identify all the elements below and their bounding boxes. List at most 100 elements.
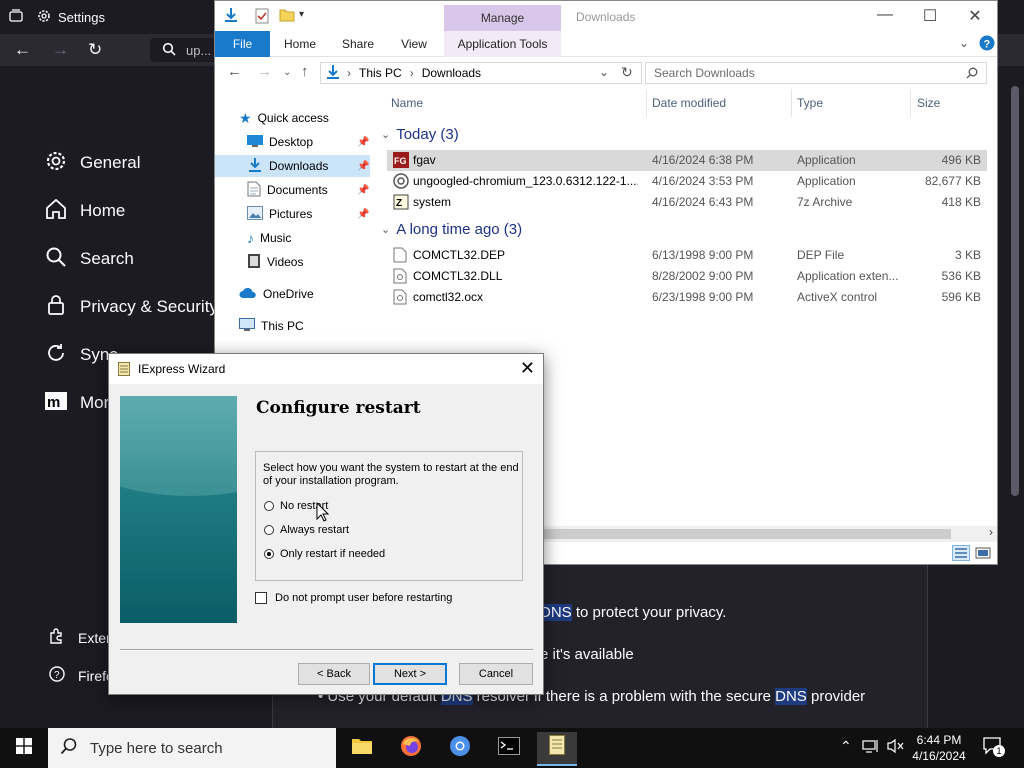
column-name[interactable]: Name xyxy=(391,96,423,110)
taskbar-iexpress[interactable] xyxy=(537,732,577,766)
search-icon xyxy=(162,42,176,59)
back-button[interactable]: < Back xyxy=(298,663,370,685)
large-icons-view-icon[interactable] xyxy=(975,546,991,563)
back-arrow-icon[interactable]: ← xyxy=(227,63,242,80)
properties-icon[interactable] xyxy=(255,8,269,27)
nav-quick-access[interactable]: ★ Quick access xyxy=(239,107,329,129)
forward-arrow-icon[interactable]: → xyxy=(257,63,272,80)
column-divider[interactable] xyxy=(791,89,792,117)
radio-button-selected[interactable] xyxy=(264,549,274,559)
group-today[interactable]: ⌄ Today (3) xyxy=(381,126,459,143)
close-icon[interactable]: ✕ xyxy=(955,6,995,26)
cancel-button[interactable]: Cancel xyxy=(459,663,533,685)
dialog-divider xyxy=(120,649,533,651)
category-privacy-security[interactable]: Privacy & Security xyxy=(44,292,218,322)
radio-always-restart[interactable]: Always restart xyxy=(264,524,349,536)
chevron-down-icon[interactable]: ⌄ xyxy=(283,67,291,78)
chevron-up-icon[interactable]: ⌃ xyxy=(840,738,852,755)
minimize-icon[interactable]: — xyxy=(865,6,905,24)
file-row-fgav[interactable]: FG fgav 4/16/2024 6:38 PM Application 49… xyxy=(387,150,987,171)
file-name: COMCTL32.DLL xyxy=(413,269,503,283)
taskbar-search-box[interactable]: Type here to search xyxy=(48,728,336,768)
radio-button[interactable] xyxy=(264,501,274,511)
folder-icon xyxy=(351,737,373,761)
nav-videos[interactable]: Videos xyxy=(247,251,303,273)
page-scrollbar[interactable] xyxy=(1006,66,1024,728)
file-row-comctl32-dep[interactable]: COMCTL32.DEP 6/13/1998 9:00 PM DEP File … xyxy=(387,245,987,266)
category-search[interactable]: Search xyxy=(44,244,134,274)
tab-home[interactable]: Home xyxy=(275,31,325,57)
reload-icon[interactable]: ↻ xyxy=(88,40,102,60)
search-input[interactable]: Search Downloads xyxy=(645,62,987,84)
nav-onedrive[interactable]: OneDrive xyxy=(239,283,314,305)
category-sync[interactable]: Sync xyxy=(44,340,118,370)
new-folder-icon[interactable] xyxy=(279,8,295,25)
file-row-comctl32-ocx[interactable]: comctl32.ocx 6/23/1998 9:00 PM ActiveX c… xyxy=(387,287,987,308)
file-row-system[interactable]: Z system 4/16/2024 6:43 PM 7z Archive 41… xyxy=(387,192,987,213)
column-date-modified[interactable]: Date modified xyxy=(652,96,726,110)
file-icon xyxy=(393,247,407,266)
file-row-ungoogled-chromium[interactable]: ungoogled-chromium_123.0.6312.122-1.... … xyxy=(387,171,987,192)
breadcrumb-this-pc[interactable]: This PC xyxy=(359,66,402,80)
group-long-time-ago[interactable]: ⌄ A long time ago (3) xyxy=(381,221,522,238)
nav-pictures[interactable]: Pictures xyxy=(247,203,312,225)
column-divider[interactable] xyxy=(646,89,647,117)
category-label: Search xyxy=(80,249,134,268)
tab-settings[interactable]: Settings xyxy=(36,4,216,30)
up-arrow-icon[interactable]: ↑ xyxy=(301,63,309,80)
tab-view[interactable]: View xyxy=(391,31,437,57)
category-general[interactable]: General xyxy=(44,148,140,178)
column-type[interactable]: Type xyxy=(797,96,823,110)
network-icon[interactable] xyxy=(862,738,880,757)
extensions-themes-link[interactable]: Exter xyxy=(48,627,111,648)
taskbar-chromium[interactable] xyxy=(440,732,480,766)
tab-list-icon[interactable] xyxy=(8,8,24,29)
category-home[interactable]: Home xyxy=(44,196,125,226)
taskbar-firefox[interactable] xyxy=(391,732,431,766)
firefox-support-link[interactable]: ? Firefo xyxy=(48,665,114,686)
nav-this-pc[interactable]: This PC xyxy=(239,315,304,337)
nav-music[interactable]: ♪ Music xyxy=(247,227,291,249)
checkbox[interactable] xyxy=(255,592,267,604)
volume-muted-icon[interactable] xyxy=(886,738,906,757)
back-arrow-icon[interactable]: ← xyxy=(14,40,31,60)
help-icon[interactable]: ? xyxy=(979,35,995,54)
column-size[interactable]: Size xyxy=(917,96,940,110)
radio-button[interactable] xyxy=(264,525,274,535)
manage-context-tab[interactable]: Manage xyxy=(444,5,561,31)
breadcrumb-downloads[interactable]: Downloads xyxy=(422,66,481,80)
search-icon xyxy=(966,67,978,82)
scrollbar-thumb[interactable] xyxy=(543,529,951,539)
details-view-icon[interactable] xyxy=(952,545,970,561)
maximize-icon[interactable]: ☐ xyxy=(910,6,950,26)
start-button[interactable] xyxy=(0,728,48,768)
scrollbar-thumb[interactable] xyxy=(1011,86,1019,496)
do-not-prompt-checkbox[interactable]: Do not prompt user before restarting xyxy=(255,592,452,604)
chevron-right-icon[interactable]: › xyxy=(989,525,993,539)
download-arrow-icon[interactable] xyxy=(223,7,239,26)
chevron-down-icon[interactable]: ▾ xyxy=(299,9,304,20)
column-divider[interactable] xyxy=(910,89,911,117)
notification-count-badge: 1 xyxy=(993,745,1005,757)
taskbar-file-explorer[interactable] xyxy=(342,732,382,766)
address-bar[interactable]: › This PC › Downloads ⌄ ↻ xyxy=(320,62,642,84)
next-button[interactable]: Next > xyxy=(373,663,447,685)
mouse-cursor-icon xyxy=(316,501,330,527)
taskbar-command-prompt[interactable] xyxy=(489,732,529,766)
nav-documents[interactable]: Documents xyxy=(247,179,328,201)
chevron-down-icon[interactable]: ⌄ xyxy=(599,65,609,79)
nav-desktop[interactable]: Desktop xyxy=(247,131,313,153)
refresh-icon[interactable]: ↻ xyxy=(621,64,633,81)
forward-arrow-icon[interactable]: → xyxy=(52,40,69,60)
system-clock[interactable]: 6:44 PM 4/16/2024 xyxy=(906,732,972,764)
notification-center[interactable]: 1 xyxy=(982,736,1005,759)
close-icon[interactable]: ✕ xyxy=(520,358,535,379)
file-row-comctl32-dll[interactable]: COMCTL32.DLL 8/28/2002 9:00 PM Applicati… xyxy=(387,266,987,287)
tab-file[interactable]: File xyxy=(215,31,270,57)
tab-application-tools[interactable]: Application Tools xyxy=(444,31,561,57)
chevron-down-icon[interactable]: ⌄ xyxy=(959,36,969,50)
radio-only-restart-if-needed[interactable]: Only restart if needed xyxy=(264,548,385,560)
tab-share[interactable]: Share xyxy=(333,31,383,57)
nav-downloads[interactable]: Downloads xyxy=(215,155,370,177)
horizontal-scrollbar[interactable]: › xyxy=(543,525,997,542)
